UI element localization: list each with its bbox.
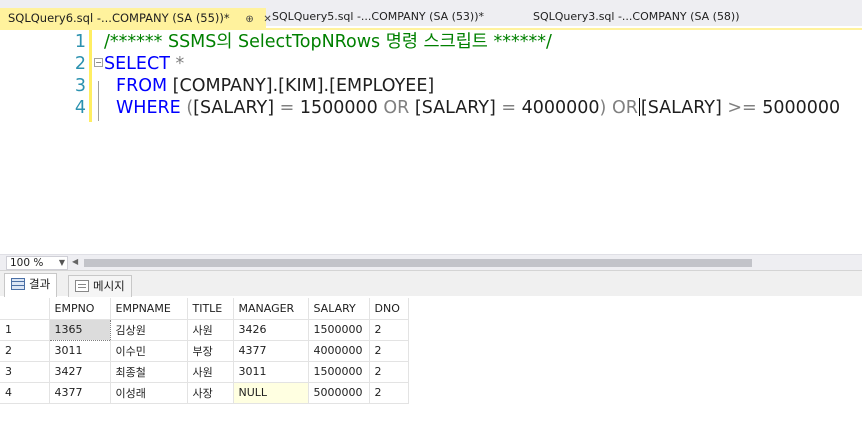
operator: = (274, 98, 300, 118)
tab-sqlquery6[interactable]: SQLQuery6.sql -...COMPANY (SA (55))* ⊕ ✕ (0, 8, 272, 30)
table-row[interactable]: 4 4377 이성래 사장 NULL 5000000 2 (0, 382, 409, 404)
literal: 1500000 (299, 98, 378, 118)
tab-sqlquery5[interactable]: SQLQuery5.sql -...COMPANY (SA (53))* (266, 8, 516, 26)
table-row[interactable]: 2 3011 이수민 부장 4377 4000000 2 (0, 340, 409, 362)
operator: >= (721, 98, 763, 118)
grid-cell[interactable]: 4377 (233, 340, 309, 362)
grid-cell[interactable]: 최종철 (110, 361, 188, 383)
grid-cell[interactable]: 1500000 (308, 361, 370, 383)
results-pane: 결과 메시지 EMPNO EMPNAME TITLE MANAGER SALAR… (0, 270, 862, 421)
table-row[interactable]: 1 1365 김상원 사원 3426 1500000 2 (0, 318, 409, 341)
column-header[interactable]: SALARY (308, 298, 370, 320)
pin-icon[interactable]: ⊕ (245, 10, 253, 30)
grid-cell[interactable]: 1365 (48, 318, 111, 341)
tab-results[interactable]: 결과 (4, 273, 58, 297)
grid-icon (11, 278, 25, 290)
column-ref: [SALARY] (640, 98, 722, 118)
grid-cell[interactable]: 3426 (233, 319, 309, 341)
column-header[interactable]: EMPNAME (110, 298, 188, 320)
literal: 4000000 (521, 98, 600, 118)
column-header[interactable]: DNO (369, 298, 409, 320)
grid-cell[interactable]: 2 (369, 340, 409, 362)
scroll-left-icon[interactable]: ◀ (72, 257, 78, 266)
table-name: [COMPANY].[KIM].[EMPLOYEE] (167, 76, 435, 96)
literal: 5000000 (762, 98, 841, 118)
change-tracking-bar (89, 30, 92, 122)
outline-line (98, 81, 99, 121)
tab-title: SQLQuery6.sql -...COMPANY (SA (55))* (8, 11, 230, 25)
keyword-select: SELECT (104, 54, 170, 74)
paren-open: ( (180, 98, 194, 118)
results-tab-strip: 결과 메시지 (0, 270, 862, 297)
tab-sqlquery3[interactable]: SQLQuery3.sql -...COMPANY (SA (58)) (527, 8, 757, 26)
line-number: 4 (74, 98, 86, 118)
grid-cell[interactable]: 사원 (187, 319, 234, 341)
grid-cell[interactable]: 2 (369, 319, 409, 341)
grid-cell[interactable]: 사원 (187, 361, 234, 383)
line-number: 3 (74, 76, 86, 96)
tab-title: SQLQuery3.sql -...COMPANY (SA (58)) (533, 10, 740, 23)
document-tab-strip: SQLQuery6.sql -...COMPANY (SA (55))* ⊕ ✕… (0, 0, 862, 30)
grid-header-row: EMPNO EMPNAME TITLE MANAGER SALARY DNO (0, 298, 409, 320)
collapse-icon[interactable]: − (94, 58, 103, 67)
grid-cell[interactable]: 사장 (187, 382, 234, 404)
editor-status-bar: 100 % ▼ ◀ (0, 254, 862, 270)
tab-messages-label: 메시지 (93, 279, 125, 293)
grid-cell[interactable]: 3427 (49, 361, 111, 383)
tab-messages[interactable]: 메시지 (68, 275, 132, 297)
code-comment: /****** SSMS의 SelectTopNRows 명령 스크립트 ***… (104, 32, 552, 52)
query-editor[interactable]: 1 /****** SSMS의 SelectTopNRows 명령 스크립트 *… (0, 30, 862, 254)
keyword-where: WHERE (116, 98, 181, 118)
select-star: * (169, 54, 185, 74)
results-grid[interactable]: EMPNO EMPNAME TITLE MANAGER SALARY DNO 1… (0, 298, 409, 404)
operator: = (495, 98, 522, 118)
row-number[interactable]: 4 (0, 382, 50, 404)
grid-cell[interactable]: 1500000 (308, 319, 370, 341)
chevron-down-icon: ▼ (58, 258, 65, 267)
tab-title: SQLQuery5.sql -...COMPANY (SA (53))* (272, 10, 485, 23)
line-number: 1 (74, 32, 86, 52)
grid-cell[interactable]: 3011 (49, 340, 111, 362)
grid-cell[interactable]: 2 (369, 382, 409, 404)
column-ref: [SALARY] (414, 98, 496, 118)
keyword-from: FROM (116, 76, 168, 96)
grid-cell[interactable]: 부장 (187, 340, 234, 362)
column-ref: [SALARY] (193, 98, 275, 118)
operator-or: OR (606, 98, 638, 118)
grid-cell-null[interactable]: NULL (233, 382, 309, 404)
line-number: 2 (74, 54, 86, 74)
column-header[interactable]: EMPNO (49, 298, 111, 320)
column-header[interactable]: MANAGER (233, 298, 309, 320)
grid-cell[interactable]: 3011 (233, 361, 309, 383)
grid-cell[interactable]: 김상원 (110, 319, 188, 341)
grid-cell[interactable]: 4377 (49, 382, 111, 404)
grid-cell[interactable]: 5000000 (308, 382, 370, 404)
grid-cell[interactable]: 이수민 (110, 340, 188, 362)
row-number[interactable]: 3 (0, 361, 50, 383)
row-number-header (0, 298, 50, 320)
grid-cell[interactable]: 4000000 (308, 340, 370, 362)
zoom-dropdown[interactable]: 100 % ▼ (6, 256, 68, 270)
operator-or: OR (377, 98, 415, 118)
row-number[interactable]: 1 (0, 319, 50, 341)
table-row[interactable]: 3 3427 최종철 사원 3011 1500000 2 (0, 361, 409, 383)
grid-cell[interactable]: 2 (369, 361, 409, 383)
zoom-value: 100 % (10, 257, 44, 269)
message-icon (75, 280, 89, 292)
tab-results-label: 결과 (29, 277, 51, 291)
horizontal-scrollbar-thumb[interactable] (84, 259, 752, 267)
column-header[interactable]: TITLE (187, 298, 234, 320)
text-caret (638, 98, 640, 116)
grid-cell[interactable]: 이성래 (110, 382, 188, 404)
row-number[interactable]: 2 (0, 340, 50, 362)
